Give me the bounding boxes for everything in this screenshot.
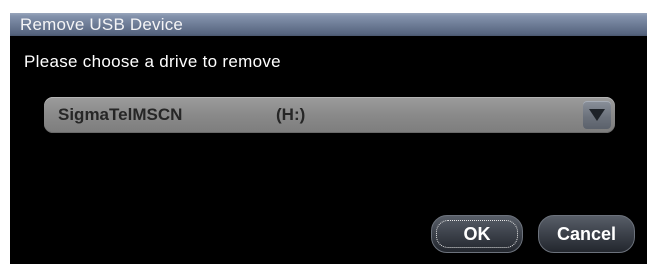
drive-select[interactable]: SigmaTelMSCN (H:)	[44, 97, 615, 133]
remove-usb-dialog: Remove USB Device Please choose a drive …	[10, 13, 647, 264]
dialog-title-bar[interactable]: Remove USB Device	[10, 13, 647, 36]
dropdown-arrow-button[interactable]	[583, 101, 611, 129]
cancel-button-label: Cancel	[556, 224, 617, 244]
ok-button-label: OK	[463, 224, 491, 244]
drive-letter: (H:)	[276, 105, 306, 124]
triangle-down-icon	[589, 109, 605, 121]
drive-name: SigmaTelMSCN	[58, 105, 183, 124]
ok-button[interactable]: OK	[431, 215, 523, 253]
dialog-title: Remove USB Device	[20, 15, 184, 34]
cancel-button[interactable]: Cancel	[538, 215, 635, 253]
instruction-text: Please choose a drive to remove	[24, 52, 281, 71]
